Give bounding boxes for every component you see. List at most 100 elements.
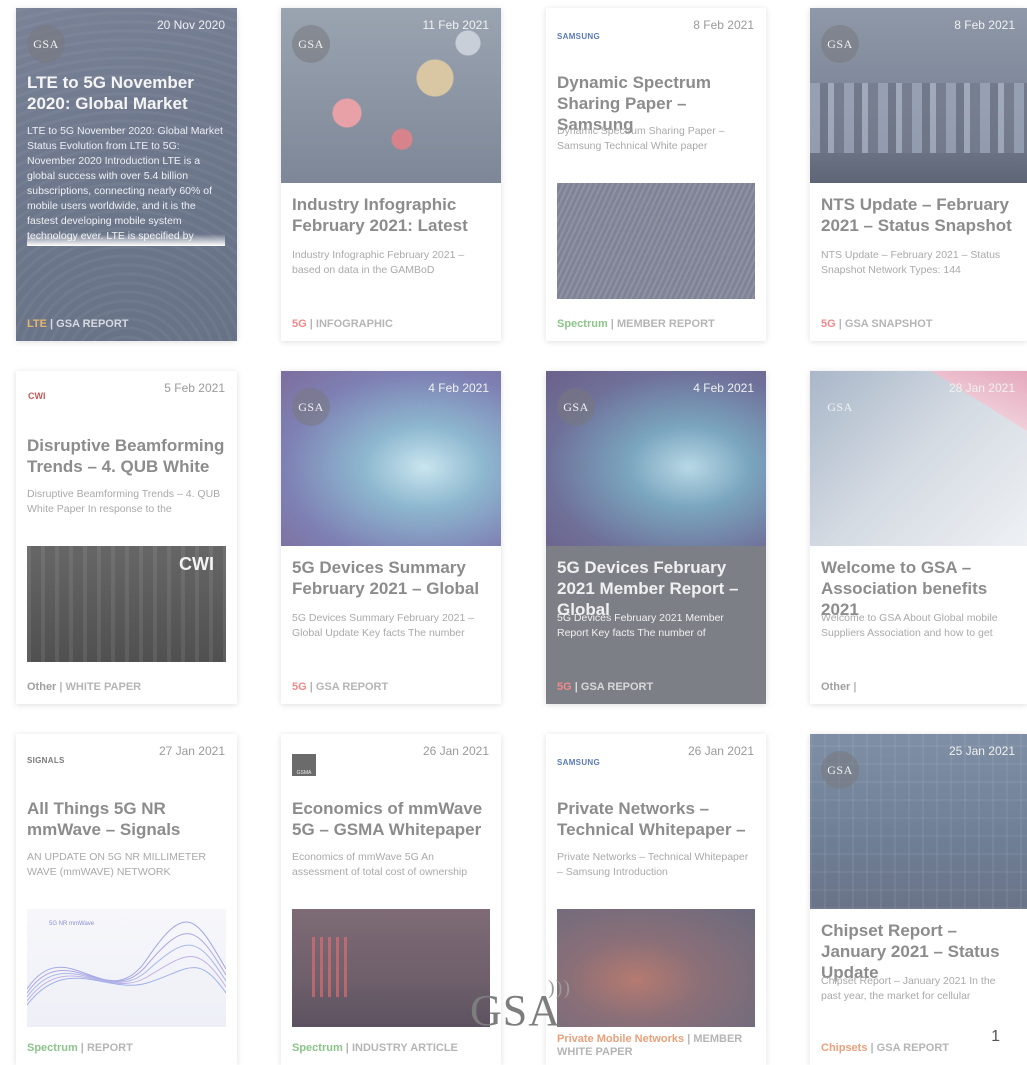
card-date: 8 Feb 2021: [693, 18, 754, 32]
category-link[interactable]: LTE: [27, 318, 47, 330]
card-tags: Spectrum | MEMBER REPORT: [557, 318, 715, 330]
card-date: 4 Feb 2021: [693, 381, 754, 395]
card-excerpt: Industry Infographic February 2021 – bas…: [292, 248, 489, 286]
category-link[interactable]: 5G: [557, 681, 572, 693]
card-excerpt: Chipset Report – January 2021 In the pas…: [821, 974, 1015, 1012]
card-thumbnail: [557, 909, 755, 1027]
card-title[interactable]: Economics of mmWave 5G – GSMA Whitepaper: [292, 798, 491, 840]
card-tags: Spectrum | REPORT: [27, 1042, 133, 1054]
card-title[interactable]: All Things 5G NR mmWave – Signals: [27, 798, 227, 840]
card-excerpt: NTS Update – February 2021 – Status Snap…: [821, 248, 1015, 286]
type-label: GSA REPORT: [580, 681, 654, 693]
type-label: WHITE PAPER: [65, 681, 142, 693]
card-date: 26 Jan 2021: [687, 744, 754, 758]
category-link[interactable]: 5G: [292, 681, 307, 693]
cwi-media-label: CWI: [179, 554, 214, 574]
category-link[interactable]: Spectrum: [557, 318, 608, 330]
category-link[interactable]: Private Mobile Networks: [557, 1033, 684, 1045]
category-link[interactable]: Spectrum: [27, 1042, 78, 1054]
page-number: 1: [991, 1028, 1000, 1045]
gsa-logo-icon: GSA: [27, 25, 65, 63]
card-date: 25 Jan 2021: [948, 744, 1015, 758]
gsa-logo-icon: GSA: [821, 751, 859, 789]
card-date: 5 Feb 2021: [164, 381, 225, 395]
card-excerpt: Economics of mmWave 5G An assessment of …: [292, 850, 489, 888]
card-excerpt: AN UPDATE ON 5G NR MILLIMETER WAVE (mmWA…: [27, 850, 225, 888]
gsma-logo: GSMA: [292, 754, 316, 776]
report-card-economics-of-mmwave[interactable]: GSMA 26 Jan 2021 Economics of mmWave 5G …: [281, 734, 501, 1065]
report-card-chipset-report[interactable]: GSA 25 Jan 2021 Chipset Report – January…: [810, 734, 1027, 1065]
gsa-logo-icon: GSA: [821, 25, 859, 63]
card-tags: Other | WHITE PAPER: [27, 681, 142, 693]
samsung-logo: SAMSUNG: [557, 32, 600, 41]
report-card-5g-devices-summary[interactable]: GSA 4 Feb 2021 5G Devices Summary Februa…: [281, 371, 501, 704]
category-link[interactable]: Chipsets: [821, 1042, 867, 1054]
gsa-watermark-logo: GSA ))): [470, 977, 570, 1036]
card-tags: Other |: [821, 681, 857, 693]
type-label: REPORT: [86, 1042, 133, 1054]
card-title[interactable]: 5G Devices Summary February 2021 – Globa…: [292, 557, 491, 599]
card-date: 8 Feb 2021: [954, 18, 1015, 32]
type-label: GSA REPORT: [56, 318, 129, 330]
report-card-lte-to-5g[interactable]: GSA 20 Nov 2020 LTE to 5G November 2020:…: [16, 8, 237, 341]
card-thumbnail: 5G NR mmWave: [26, 909, 227, 1027]
card-date: 11 Feb 2021: [422, 18, 490, 32]
card-date: 27 Jan 2021: [158, 744, 225, 758]
card-date: 28 Jan 2021: [948, 381, 1015, 395]
card-thumbnail: CWI: [27, 546, 226, 662]
wave-label: 5G NR mmWave: [49, 921, 95, 927]
gsa-logo-icon: GSA: [292, 25, 330, 63]
report-card-disruptive-beamforming[interactable]: CWI 5 Feb 2021 Disruptive Beamforming Tr…: [16, 371, 237, 704]
signal-arcs-icon: ))): [548, 977, 572, 999]
card-tags: 5G | GSA SNAPSHOT: [821, 318, 933, 330]
report-card-welcome-to-gsa[interactable]: GSA 28 Jan 2021 Welcome to GSA – Associa…: [810, 371, 1027, 704]
report-card-nts-update[interactable]: GSA 8 Feb 2021 NTS Update – February 202…: [810, 8, 1027, 341]
category-link[interactable]: Other: [27, 681, 56, 693]
type-label: INFOGRAPHIC: [315, 318, 393, 330]
card-tags: 5G | GSA REPORT: [557, 681, 654, 693]
card-excerpt: 5G Devices Summary February 2021 – Globa…: [292, 611, 489, 649]
category-link[interactable]: 5G: [292, 318, 307, 330]
card-excerpt: Private Networks – Technical Whitepaper …: [557, 850, 754, 888]
report-card-dynamic-spectrum-sharing[interactable]: SAMSUNG 8 Feb 2021 Dynamic Spectrum Shar…: [546, 8, 766, 341]
category-link[interactable]: Other: [821, 681, 850, 693]
gsa-logo-icon: GSA: [827, 399, 853, 414]
card-title[interactable]: Industry Infographic February 2021: Late…: [292, 194, 491, 236]
category-link[interactable]: 5G: [821, 318, 836, 330]
card-tags: 5G | GSA REPORT: [292, 681, 389, 693]
card-date: 20 Nov 2020: [156, 18, 225, 32]
card-excerpt: 5G Devices February 2021 Member Report K…: [557, 612, 724, 639]
card-tags: 5G | INFOGRAPHIC: [292, 318, 393, 330]
gsa-logo-icon: GSA: [557, 388, 595, 426]
card-tags: Spectrum | INDUSTRY ARTICLE: [292, 1042, 458, 1054]
card-thumbnail: [292, 909, 490, 1027]
type-label: GSA REPORT: [876, 1042, 949, 1054]
signals-logo: SIGNALS: [27, 756, 65, 765]
type-label: INDUSTRY ARTICLE: [351, 1042, 458, 1054]
gsa-logo-icon: GSA: [292, 388, 330, 426]
report-card-all-things-5g-nr[interactable]: SIGNALS 27 Jan 2021 All Things 5G NR mmW…: [16, 734, 237, 1065]
card-thumbnail: [557, 183, 755, 299]
type-label: GSA REPORT: [315, 681, 389, 693]
type-label: MEMBER REPORT: [616, 318, 715, 330]
type-label: GSA SNAPSHOT: [844, 318, 933, 330]
card-tags: Private Mobile Networks | MEMBER WHITE P…: [557, 1033, 743, 1058]
card-excerpt: Dynamic Spectrum Sharing Paper – Samsung…: [557, 124, 754, 162]
category-link[interactable]: Spectrum: [292, 1042, 343, 1054]
cwi-logo: CWI: [28, 391, 46, 401]
card-excerpt: Disruptive Beamforming Trends – 4. QUB W…: [27, 487, 225, 525]
report-card-private-networks[interactable]: SAMSUNG 26 Jan 2021 Private Networks – T…: [546, 734, 766, 1065]
card-excerpt: Welcome to GSA About Global mobile Suppl…: [821, 611, 1015, 649]
report-card-industry-infographic[interactable]: GSA 11 Feb 2021 Industry Infographic Feb…: [281, 8, 501, 341]
samsung-logo: SAMSUNG: [557, 758, 600, 767]
card-tags: Chipsets | GSA REPORT: [821, 1042, 949, 1054]
card-title[interactable]: NTS Update – February 2021 – Status Snap…: [821, 194, 1017, 236]
card-tags: LTE | GSA REPORT: [27, 318, 129, 330]
card-title[interactable]: Private Networks – Technical Whitepaper …: [557, 798, 756, 840]
report-card-5g-devices-member-report[interactable]: GSA 4 Feb 2021 5G Devices February 2021 …: [546, 371, 766, 704]
card-title[interactable]: Disruptive Beamforming Trends – 4. QUB W…: [27, 435, 227, 477]
card-title[interactable]: LTE to 5G November 2020: Global Market: [27, 72, 227, 114]
card-date: 4 Feb 2021: [428, 381, 489, 395]
card-date: 26 Jan 2021: [422, 744, 489, 758]
card-excerpt: LTE to 5G November 2020: Global Market S…: [27, 124, 225, 246]
